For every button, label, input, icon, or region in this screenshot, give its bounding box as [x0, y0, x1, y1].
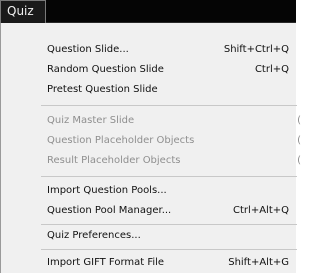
menu-item-label: Question Placeholder Objects [47, 135, 195, 146]
quiz-menu-button[interactable]: Quiz [0, 0, 46, 23]
menu-item-label: Quiz Preferences... [47, 230, 141, 241]
menu-bar: Quiz [0, 0, 296, 23]
submenu-arrow-icon: ( [297, 155, 301, 166]
menu-item-question-placeholder-objects: Question Placeholder Objects ( [47, 131, 301, 151]
menu-separator [41, 249, 297, 250]
quiz-dropdown-menu: Question Slide... Shift+Ctrl+Q Random Qu… [0, 23, 301, 273]
menu-item-shortcut: Shift+Alt+G [228, 257, 289, 268]
menu-separator [41, 105, 297, 106]
menu-item-label: Random Question Slide [47, 64, 164, 75]
menu-item-shortcut: Ctrl+Q [254, 64, 289, 75]
menu-item-label: Question Pool Manager... [47, 205, 172, 216]
menu-item-label: Import GIFT Format File [47, 257, 165, 268]
menu-item-label: Question Slide... [47, 44, 129, 55]
menu-item-question-slide[interactable]: Question Slide... Shift+Ctrl+Q [47, 40, 297, 60]
menu-item-label: Import Question Pools... [47, 185, 167, 196]
menu-item-quiz-master-slide: Quiz Master Slide ( [47, 111, 301, 131]
submenu-arrow-icon: ( [297, 115, 301, 126]
menu-item-random-question-slide[interactable]: Random Question Slide Ctrl+Q [47, 60, 297, 80]
menu-item-quiz-preferences[interactable]: Quiz Preferences... [47, 226, 297, 246]
menu-item-import-gift-format-file[interactable]: Import GIFT Format File Shift+Alt+G [47, 253, 297, 273]
menu-item-label: Quiz Master Slide [47, 115, 135, 126]
menu-item-question-pool-manager[interactable]: Question Pool Manager... Ctrl+Alt+Q [47, 201, 297, 221]
menu-item-pretest-question-slide[interactable]: Pretest Question Slide [47, 80, 297, 100]
menu-item-result-placeholder-objects: Result Placeholder Objects ( [47, 151, 301, 171]
menu-separator [41, 224, 297, 225]
menu-item-label: Result Placeholder Objects [47, 155, 181, 166]
menu-item-import-question-pools[interactable]: Import Question Pools... [47, 181, 297, 201]
menu-separator [41, 176, 297, 177]
submenu-arrow-icon: ( [297, 135, 301, 146]
menu-item-label: Pretest Question Slide [47, 84, 158, 95]
menu-item-shortcut: Shift+Ctrl+Q [223, 44, 289, 55]
menu-item-shortcut: Ctrl+Alt+Q [233, 205, 289, 216]
